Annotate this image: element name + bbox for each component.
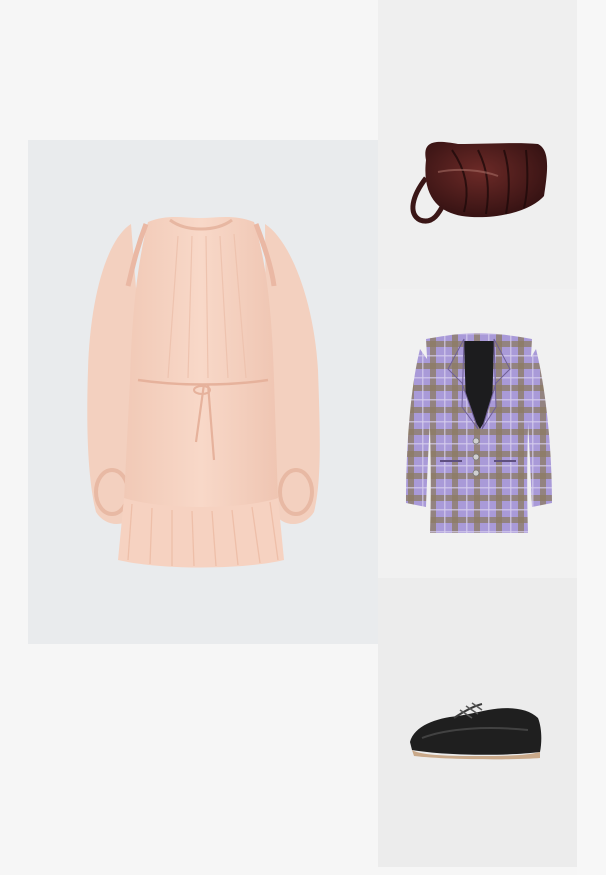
shoe-product-tile[interactable] <box>378 578 577 867</box>
blazer-image <box>406 333 552 533</box>
dress-image <box>87 217 320 568</box>
dress-product-tile[interactable] <box>28 140 378 644</box>
bag-product-tile[interactable] <box>378 0 577 289</box>
blazer-product-tile[interactable] <box>378 289 577 578</box>
shoe-image <box>410 702 542 760</box>
right-margin <box>577 0 606 875</box>
bag-image <box>410 141 548 224</box>
